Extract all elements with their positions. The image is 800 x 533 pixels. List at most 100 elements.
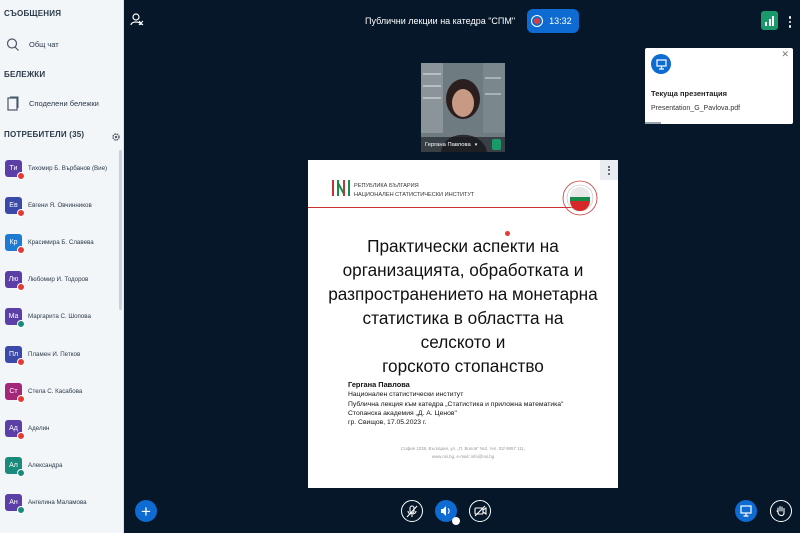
chat-icon bbox=[4, 37, 22, 51]
top-bar-center: Публични лекции на катедра "СПМ" 13:32 bbox=[365, 8, 579, 34]
user-list-item[interactable]: Ев Евгени Я. Овчинников bbox=[5, 192, 117, 218]
avatar-initials: Ти bbox=[9, 164, 18, 172]
close-icon[interactable]: ✕ bbox=[781, 49, 789, 60]
user-name: Пламен И. Петков bbox=[28, 350, 81, 358]
connection-status-button[interactable] bbox=[761, 11, 778, 30]
microphone-status-icon bbox=[17, 320, 25, 329]
user-name: Маргарита С. Шопова bbox=[28, 313, 91, 321]
microphone-status-icon bbox=[17, 208, 25, 217]
user-list-item[interactable]: Ад Аделин bbox=[5, 415, 117, 441]
users-section-title: ПОТРЕБИТЕЛИ (35) bbox=[4, 130, 85, 139]
user-name: Тихомир Б. Върбанов (Вие) bbox=[28, 164, 108, 172]
presentation-icon bbox=[740, 505, 752, 517]
author-line: Публична лекция към катедра „Статистика … bbox=[348, 400, 564, 408]
bulgarian-flag-emblem-icon bbox=[562, 180, 598, 216]
microphone-status-icon bbox=[17, 506, 25, 515]
user-name: Красимира Б. Славева bbox=[28, 238, 94, 246]
webcam-video[interactable]: Гергана Павлова ▾ bbox=[421, 63, 505, 152]
raise-hand-button[interactable] bbox=[770, 500, 792, 522]
avatar-initials: Ал bbox=[9, 462, 18, 470]
hand-icon bbox=[776, 505, 785, 516]
actions-button[interactable]: + bbox=[135, 500, 157, 522]
avatar: Ст bbox=[5, 382, 25, 403]
shared-notes-label: Споделени бележки bbox=[29, 98, 99, 108]
org-line-2: НАЦИОНАЛЕН СТАТИСТИЧЕСКИ ИНСТИТУТ bbox=[354, 192, 475, 198]
share-webcam-button[interactable] bbox=[469, 500, 491, 522]
shared-notes-item[interactable]: Споделени бележки bbox=[4, 92, 116, 114]
current-presentation-card[interactable]: ✕ Текуща презентация Presentation_G_Pavl… bbox=[645, 48, 793, 124]
leave-meeting-icon[interactable] bbox=[130, 12, 144, 31]
slide-header-divider bbox=[308, 207, 578, 208]
author-name: Гергана Павлова bbox=[348, 380, 410, 389]
notes-section-title: БЕЛЕЖКИ bbox=[4, 70, 46, 79]
chevron-down-icon[interactable]: ▾ bbox=[475, 142, 478, 148]
author-line: Национален статистически институт bbox=[348, 391, 464, 399]
video-off-icon bbox=[473, 505, 487, 517]
progress-bar bbox=[645, 122, 661, 124]
avatar: Ал bbox=[5, 457, 25, 478]
avatar: Ев bbox=[5, 196, 25, 217]
annotation-dot bbox=[505, 231, 510, 236]
audio-options-icon[interactable] bbox=[452, 517, 460, 525]
slide-contact: София 1038, България, ул. „П. Волов" №2,… bbox=[308, 445, 618, 461]
user-list-item[interactable]: Лю Любомир И. Тодоров bbox=[5, 267, 117, 293]
public-chat-label: Общ чат bbox=[29, 39, 59, 49]
user-list-item[interactable]: Пл Пламен И. Петков bbox=[5, 341, 117, 367]
slide-organization: РЕПУБЛИКА БЪЛГАРИЯ НАЦИОНАЛЕН СТАТИСТИЧЕ… bbox=[354, 182, 474, 200]
audio-button[interactable] bbox=[435, 500, 460, 525]
webcam-name-bar: Гергана Павлова ▾ bbox=[421, 137, 505, 152]
avatar: Ти bbox=[5, 159, 25, 180]
gear-icon[interactable] bbox=[111, 129, 121, 141]
presentation-toggle-button[interactable] bbox=[735, 500, 757, 522]
slide-title: Практически аспекти на организацията, об… bbox=[328, 234, 598, 378]
user-list-item[interactable]: Ст Стела С. Касабова bbox=[5, 378, 117, 404]
avatar-initials: Ма bbox=[8, 313, 19, 321]
user-name: Ангелина Маламова bbox=[28, 499, 87, 507]
avatar-initials: Ан bbox=[9, 499, 18, 507]
sidebar-scrollbar[interactable] bbox=[119, 150, 122, 310]
plus-icon: + bbox=[141, 501, 151, 521]
user-list-item[interactable]: Ал Александра bbox=[5, 453, 117, 479]
avatar: Кр bbox=[5, 233, 25, 254]
avatar-initials: Лю bbox=[8, 276, 19, 284]
microphone-status-icon bbox=[17, 357, 25, 366]
avatar: Лю bbox=[5, 271, 25, 292]
microphone-status-icon bbox=[492, 139, 501, 150]
user-list-item[interactable]: Кр Красимира Б. Славева bbox=[5, 229, 117, 255]
user-name: Александра bbox=[28, 462, 63, 470]
avatar: Ан bbox=[5, 494, 25, 515]
avatar-initials: Пл bbox=[8, 350, 19, 358]
slide-options-button[interactable] bbox=[600, 160, 618, 180]
nsi-logo bbox=[332, 180, 350, 196]
public-chat-item[interactable]: Общ чат bbox=[4, 33, 116, 55]
recording-dot-icon bbox=[531, 15, 544, 27]
avatar-initials: Ев bbox=[9, 201, 18, 209]
avatar: Ма bbox=[5, 308, 25, 329]
org-line-1: РЕПУБЛИКА БЪЛГАРИЯ bbox=[354, 183, 419, 189]
microphone-status-icon bbox=[17, 469, 25, 478]
mute-microphone-button[interactable] bbox=[401, 500, 423, 522]
user-list-item[interactable]: Ан Ангелина Маламова bbox=[5, 490, 117, 516]
microphone-status-icon bbox=[17, 283, 25, 292]
speaker-icon bbox=[441, 506, 450, 516]
title-line: статистика в областта на селското и bbox=[362, 308, 564, 352]
title-line: горското стопанство bbox=[382, 356, 544, 376]
avatar-initials: Ад bbox=[9, 424, 18, 432]
user-list-item[interactable]: Ти Тихомир Б. Върбанов (Вие) bbox=[5, 155, 117, 181]
presentation-slide: РЕПУБЛИКА БЪЛГАРИЯ НАЦИОНАЛЕН СТАТИСТИЧЕ… bbox=[308, 160, 618, 488]
author-line: Стопанска академия „Д. А. Ценов" bbox=[348, 409, 457, 417]
contact-line-1: София 1038, България, ул. „П. Волов" №2,… bbox=[401, 446, 525, 451]
user-list-item[interactable]: Ма Маргарита С. Шопова bbox=[5, 304, 117, 330]
options-menu-button[interactable] bbox=[787, 13, 793, 31]
messages-section-title: СЪОБЩЕНИЯ bbox=[4, 9, 62, 18]
presentation-card-title: Текуща презентация bbox=[651, 89, 728, 98]
user-name: Евгени Я. Овчинников bbox=[28, 201, 92, 209]
presentation-filename: Presentation_G_Pavlova.pdf bbox=[651, 105, 741, 112]
avatar: Ад bbox=[5, 419, 25, 440]
recording-indicator[interactable]: 13:32 bbox=[527, 9, 579, 33]
title-line: организацията, обработката и bbox=[342, 260, 584, 280]
user-name: Любомир И. Тодоров bbox=[28, 276, 89, 284]
microphone-status-icon bbox=[17, 171, 25, 180]
signal-bars-icon bbox=[765, 16, 774, 26]
user-name: Аделин bbox=[28, 424, 50, 432]
